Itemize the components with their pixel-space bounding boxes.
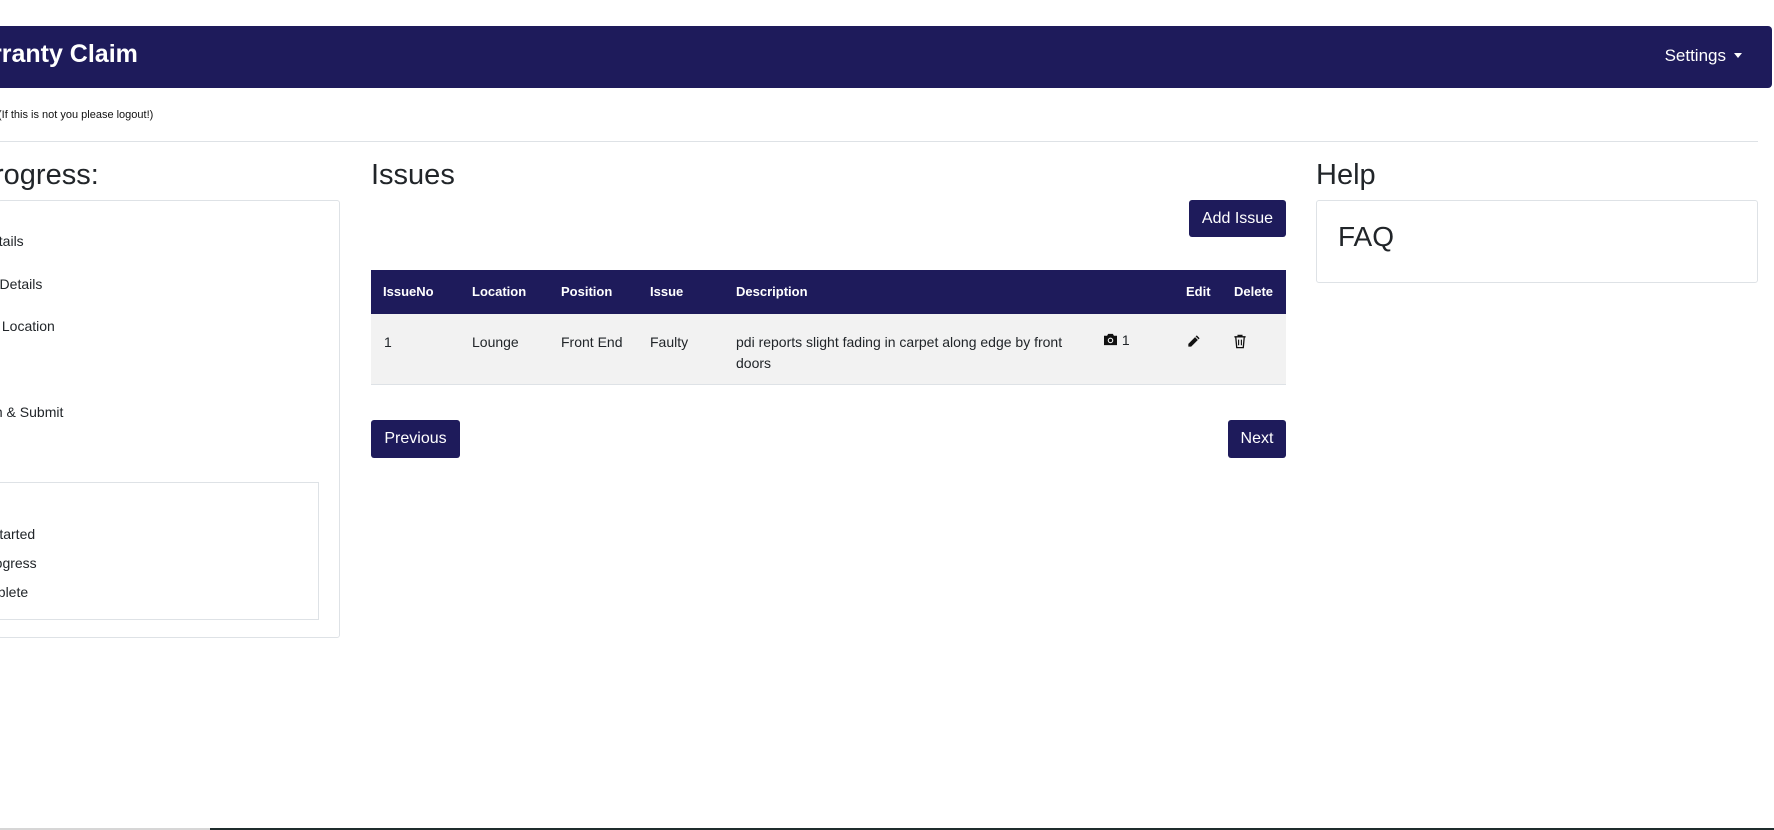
- progress-step-details[interactable]: etails: [0, 233, 24, 249]
- column-header-issue: Issue: [650, 284, 684, 299]
- column-header-edit: Edit: [1186, 284, 1211, 299]
- column-header-location: Location: [472, 284, 527, 299]
- cell-position: Front End: [561, 334, 623, 350]
- table-row: 1 Lounge Front End Faulty pdi reports sl…: [371, 314, 1286, 385]
- issues-heading: Issues: [371, 159, 455, 191]
- cell-issue: Faulty: [650, 334, 689, 350]
- app-brand-title[interactable]: rranty Claim: [0, 40, 138, 69]
- top-navbar: rranty Claim Settings: [0, 26, 1772, 88]
- column-header-issueno: IssueNo: [383, 284, 434, 299]
- delete-issue-button[interactable]: [1233, 334, 1247, 352]
- progress-step-confirm-submit[interactable]: m & Submit: [0, 404, 63, 420]
- pencil-icon: [1188, 335, 1200, 347]
- next-button[interactable]: Next: [1228, 420, 1286, 458]
- trash-icon: [1234, 334, 1246, 349]
- column-header-description: Description: [736, 284, 808, 299]
- add-issue-button[interactable]: Add Issue: [1189, 200, 1286, 237]
- progress-step-owner-details[interactable]: r Details: [0, 276, 42, 292]
- table-header: IssueNo Location Position Issue Descript…: [371, 270, 1286, 314]
- header-divider: [0, 141, 1758, 142]
- column-header-position: Position: [561, 284, 613, 299]
- legend-in-progress: rogress: [0, 555, 37, 571]
- photo-count: 1: [1121, 332, 1130, 348]
- cell-issue-no: 1: [384, 334, 392, 350]
- logout-note: (If this is not you please logout!): [0, 109, 154, 121]
- status-legend: Started rogress nplete: [0, 482, 319, 620]
- settings-label: Settings: [1664, 46, 1726, 65]
- faq-link[interactable]: FAQ: [1338, 221, 1394, 253]
- camera-icon: [1104, 333, 1117, 346]
- cell-description: pdi reports slight fading in carpet alon…: [736, 334, 1063, 371]
- progress-heading: rogress:: [0, 159, 99, 191]
- column-header-delete: Delete: [1234, 284, 1274, 299]
- previous-button[interactable]: Previous: [371, 420, 460, 458]
- cell-location: Lounge: [472, 334, 519, 350]
- photo-count-link[interactable]: 1: [1103, 332, 1130, 348]
- progress-step-location[interactable]: s Location: [0, 318, 55, 334]
- help-card: FAQ: [1316, 200, 1758, 283]
- legend-not-started: Started: [0, 526, 36, 542]
- settings-dropdown[interactable]: Settings: [1665, 46, 1742, 66]
- help-heading: Help: [1316, 159, 1376, 191]
- progress-card: etails r Details s Location m & Submit S…: [0, 200, 340, 638]
- legend-complete: nplete: [0, 584, 29, 600]
- edit-issue-button[interactable]: [1186, 334, 1201, 352]
- caret-down-icon: [1734, 53, 1742, 58]
- issues-table: IssueNo Location Position Issue Descript…: [371, 270, 1286, 385]
